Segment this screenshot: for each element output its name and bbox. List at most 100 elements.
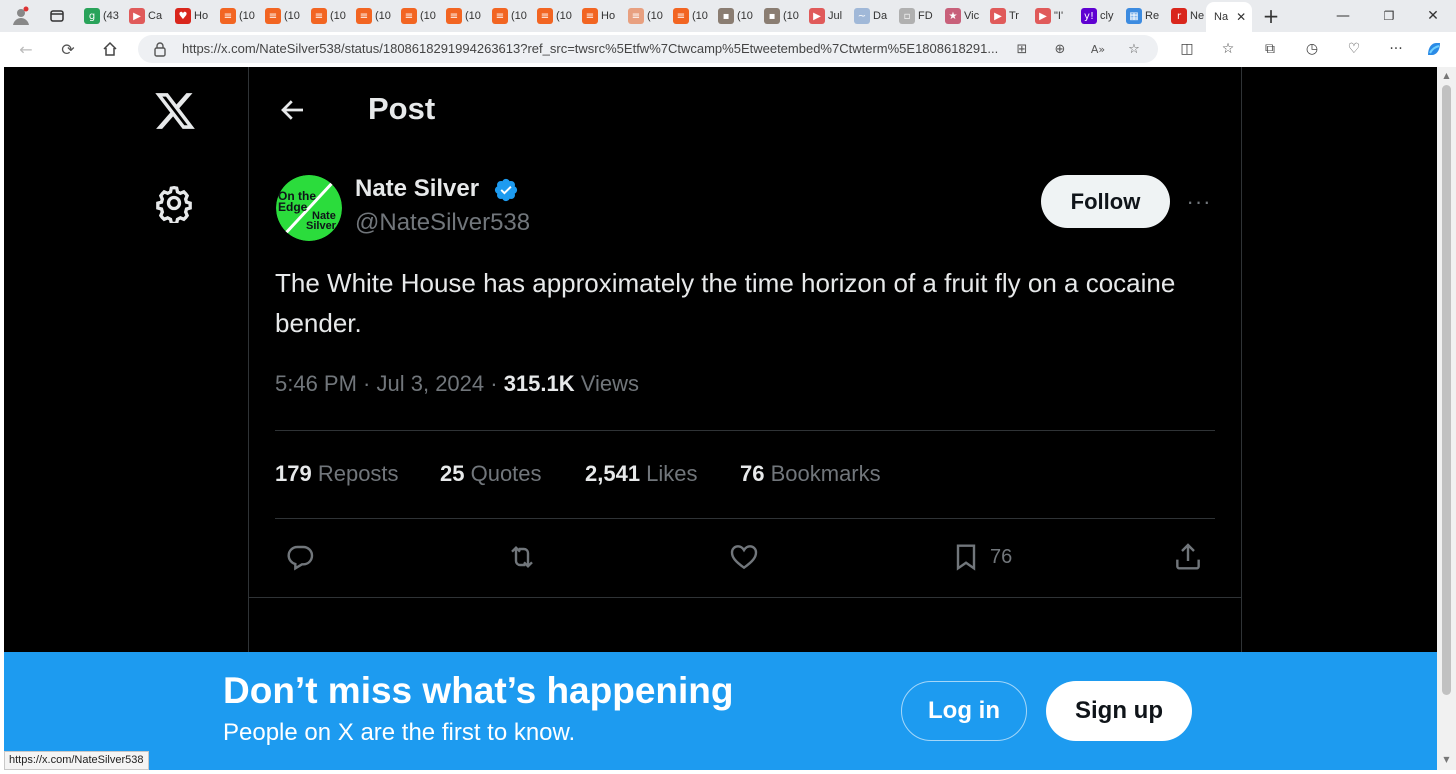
browser-tab[interactable]: ≡ (10: [311, 3, 353, 29]
minimize-icon[interactable]: —: [1330, 4, 1356, 28]
page-scrollbar[interactable]: ▲ ▼: [1437, 67, 1456, 770]
browser-tab[interactable]: ▶ Tr: [990, 3, 1032, 29]
browser-tab[interactable]: ≡ (10: [673, 3, 715, 29]
like-button[interactable]: [728, 537, 760, 577]
browser-tab[interactable]: ≡ (10: [401, 3, 443, 29]
tab-favicon-icon: ▶: [1035, 8, 1051, 24]
browser-tab[interactable]: ▶ Jul: [809, 3, 851, 29]
restore-icon[interactable]: ❐: [1376, 4, 1402, 28]
refresh-icon[interactable]: ⟳: [54, 36, 82, 62]
browser-tab[interactable]: ▶ Ca: [129, 3, 171, 29]
scrollbar-thumb[interactable]: [1442, 85, 1451, 695]
likes-stat[interactable]: 2,541 Likes: [585, 461, 698, 487]
tab-favicon-icon: ▶: [990, 8, 1006, 24]
browser-tab[interactable]: ≡ (10: [537, 3, 579, 29]
close-window-icon[interactable]: ✕: [1420, 4, 1446, 28]
back-arrow-icon[interactable]: [278, 95, 308, 125]
signup-button[interactable]: Sign up: [1046, 681, 1192, 741]
browser-tab[interactable]: g (43: [84, 3, 126, 29]
copilot-icon[interactable]: [1422, 37, 1446, 61]
browser-tab[interactable]: ≡ (10: [492, 3, 534, 29]
reposts-count: 179: [275, 461, 312, 486]
tab-label: (10: [692, 10, 708, 22]
collections-icon[interactable]: ⧉: [1258, 37, 1282, 61]
share-button[interactable]: [1172, 537, 1204, 577]
settings-more-icon[interactable]: ···: [1384, 37, 1408, 61]
bookmark-button[interactable]: 76: [950, 537, 1012, 577]
repost-button[interactable]: [506, 537, 538, 577]
app-available-icon[interactable]: ⊞: [1012, 40, 1032, 58]
x-logo-icon[interactable]: [152, 89, 198, 133]
browser-tab[interactable]: ≡ (10: [356, 3, 398, 29]
quotes-stat[interactable]: 25 Quotes: [440, 461, 542, 487]
split-screen-icon[interactable]: ◫: [1175, 37, 1199, 61]
favorites-icon[interactable]: ☆: [1216, 37, 1240, 61]
tab-label: (10: [239, 10, 255, 22]
tab-actions-icon[interactable]: [44, 4, 70, 28]
browser-tab[interactable]: ▪ (10: [764, 3, 806, 29]
browser-tab[interactable]: ▦ Re: [1126, 3, 1168, 29]
tab-label: Ne: [1190, 10, 1205, 22]
tab-favicon-icon: ~: [854, 8, 870, 24]
browser-tab[interactable]: ♥ Ho: [175, 3, 217, 29]
more-options-icon[interactable]: ···: [1182, 187, 1216, 217]
browser-tab[interactable]: ≡ (10: [220, 3, 262, 29]
follow-button[interactable]: Follow: [1041, 175, 1170, 228]
tab-label: FD: [918, 10, 933, 22]
tweet-time[interactable]: 5:46 PM: [275, 371, 357, 396]
browser-tab[interactable]: ▫ FD: [899, 3, 941, 29]
browser-tab[interactable]: ≡ Ho: [582, 3, 624, 29]
author-handle[interactable]: @NateSilver538: [355, 209, 530, 237]
browser-tab[interactable]: ★ Vic: [945, 3, 987, 29]
tab-favicon-icon: ≡: [265, 8, 281, 24]
lock-icon[interactable]: [152, 41, 168, 57]
tab-label: Ca: [148, 10, 163, 22]
back-nav-icon[interactable]: ←: [12, 36, 40, 62]
meta-separator: ·: [484, 371, 504, 396]
profile-icon[interactable]: [8, 4, 34, 28]
views-count: 315.1K: [503, 371, 575, 396]
browser-tab[interactable]: ≡ (10: [446, 3, 488, 29]
reposts-stat[interactable]: 179 Reposts: [275, 461, 399, 487]
browser-tab[interactable]: ▪ (10: [718, 3, 760, 29]
scroll-up-icon[interactable]: ▲: [1441, 71, 1452, 80]
tweet-date[interactable]: Jul 3, 2024: [377, 371, 485, 396]
tab-label: cly: [1100, 10, 1114, 22]
scroll-down-icon[interactable]: ▼: [1441, 755, 1452, 764]
banner-subtitle: People on X are the first to know.: [223, 719, 576, 746]
address-url[interactable]: https://x.com/NateSilver538/status/18086…: [182, 41, 1002, 56]
login-button[interactable]: Log in: [901, 681, 1027, 741]
settings-gear-icon[interactable]: [154, 183, 194, 223]
tab-label: (10: [783, 10, 799, 22]
browser-tab[interactable]: ≡ (10: [265, 3, 307, 29]
browser-tab[interactable]: ~ Da: [854, 3, 896, 29]
verified-badge-icon[interactable]: [493, 177, 519, 203]
likes-count: 2,541: [585, 461, 641, 486]
tab-label: (10: [556, 10, 572, 22]
tab-active[interactable]: Na ✕: [1206, 2, 1252, 32]
avatar[interactable]: On the Edge Nate Silver: [276, 175, 342, 241]
favorite-star-icon[interactable]: ☆: [1124, 40, 1144, 58]
tab-favicon-icon: y!: [1081, 8, 1097, 24]
bookmarks-stat[interactable]: 76 Bookmarks: [740, 461, 881, 487]
tab-favicon-icon: ≡: [628, 8, 644, 24]
close-tab-icon[interactable]: ✕: [1236, 10, 1246, 24]
browser-tab[interactable]: ▶ "I': [1035, 3, 1077, 29]
browser-tab[interactable]: ≡ (10: [628, 3, 670, 29]
zoom-icon[interactable]: ⊕: [1050, 40, 1070, 58]
read-aloud-icon[interactable]: A»: [1088, 40, 1108, 58]
tab-favicon-icon: ▪: [764, 8, 780, 24]
share-icon: [1176, 543, 1200, 570]
browser-essentials-icon[interactable]: ♡: [1342, 37, 1366, 61]
history-icon[interactable]: ◷: [1300, 37, 1324, 61]
author-name[interactable]: Nate Silver: [355, 175, 479, 203]
reply-icon: [287, 545, 314, 571]
new-tab-icon[interactable]: +: [1258, 4, 1284, 28]
tab-label: "I': [1054, 10, 1064, 22]
tab-favicon-icon: ★: [945, 8, 961, 24]
browser-tab[interactable]: y! cly: [1081, 3, 1123, 29]
home-icon[interactable]: [96, 36, 124, 62]
tweet-meta: 5:46 PM · Jul 3, 2024 · 315.1K Views: [275, 371, 639, 397]
reply-button[interactable]: [284, 537, 316, 577]
address-bar[interactable]: https://x.com/NateSilver538/status/18086…: [138, 35, 1158, 63]
